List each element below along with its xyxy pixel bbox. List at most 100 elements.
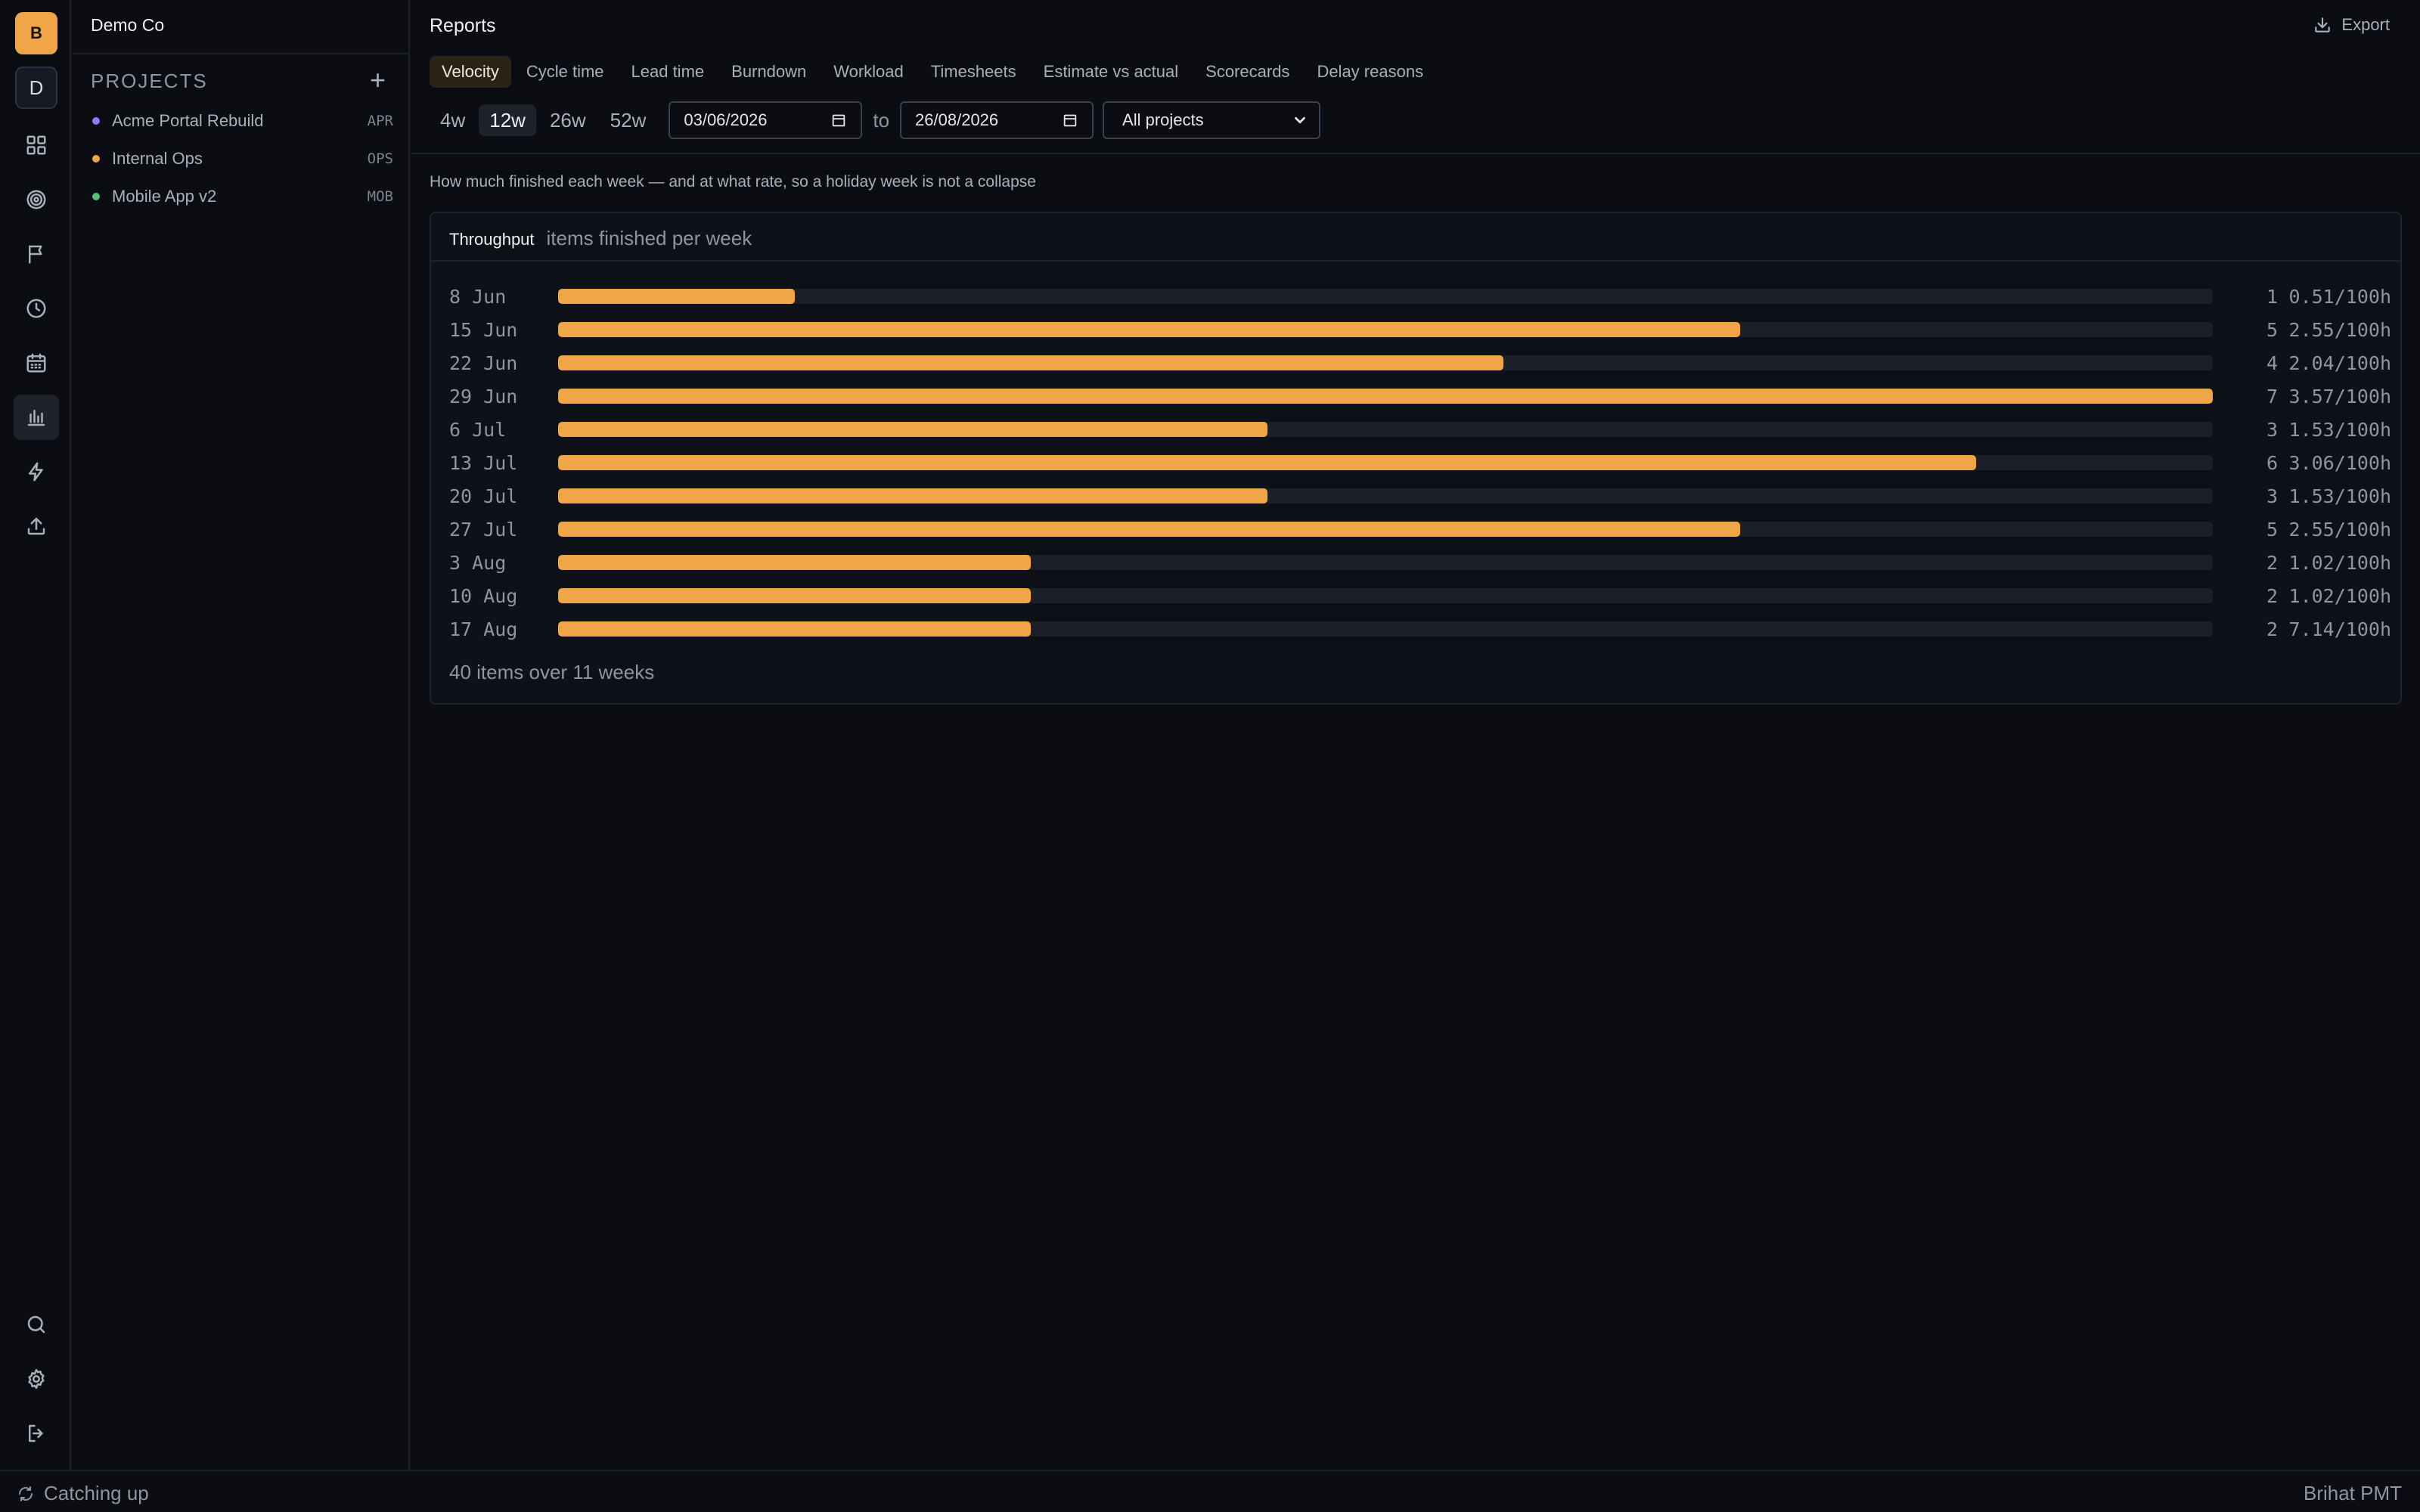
tab-delay-reasons[interactable]: Delay reasons xyxy=(1305,56,1435,88)
to-date-value: 26/08/2026 xyxy=(915,110,999,129)
item-count: 2 xyxy=(2266,551,2278,574)
item-count: 2 xyxy=(2266,584,2278,607)
project-code: OPS xyxy=(367,150,393,167)
add-project-button[interactable]: + xyxy=(370,67,386,94)
chart-row: 17 Aug 2 7.14/100h xyxy=(431,612,2400,646)
item-count: 7 xyxy=(2266,385,2278,407)
bar-track xyxy=(558,455,2213,470)
export-label: Export xyxy=(2341,15,2390,34)
project-code: MOB xyxy=(367,188,393,205)
status-bar: Catching up Brihat PMT xyxy=(0,1470,2420,1512)
download-icon xyxy=(2315,17,2331,33)
item-count: 4 xyxy=(2266,352,2278,374)
rate-value: 1.53/100h xyxy=(2288,485,2391,507)
sync-status: Catching up xyxy=(17,1482,149,1505)
week-label: 10 Aug xyxy=(449,584,518,607)
range-4w-button[interactable]: 4w xyxy=(430,104,476,136)
project-item[interactable]: Internal Ops OPS xyxy=(91,144,393,174)
tab-burndown[interactable]: Burndown xyxy=(719,56,818,88)
item-count: 6 xyxy=(2266,451,2278,474)
rate-value: 1.02/100h xyxy=(2288,584,2391,607)
report-tabs: Velocity Cycle time Lead time Burndown Workl… xyxy=(430,56,1435,88)
tab-scorecards[interactable]: Scorecards xyxy=(1193,56,1302,88)
filters-bar: 4w 12w 26w 52w 03/06/2026 to 26/08/2026 All… xyxy=(430,101,1321,139)
bar-track xyxy=(558,488,2213,503)
week-label: 27 Jul xyxy=(449,518,518,541)
tab-workload[interactable]: Workload xyxy=(821,56,916,88)
week-label: 6 Jul xyxy=(449,418,507,441)
dashboard-icon[interactable] xyxy=(14,122,59,168)
throughput-bar xyxy=(558,488,1267,503)
bar-track xyxy=(558,588,2213,603)
export-button[interactable]: Export xyxy=(2313,15,2390,35)
item-count: 5 xyxy=(2266,518,2278,541)
throughput-bar xyxy=(558,621,1032,637)
goals-icon[interactable] xyxy=(14,177,59,222)
week-label: 17 Aug xyxy=(449,618,518,640)
project-select[interactable]: All projects xyxy=(1103,101,1321,139)
rate-value: 2.04/100h xyxy=(2288,352,2391,374)
main-panel: Reports Export Velocity Cycle time Lead ti… xyxy=(411,0,2420,1470)
chevron-down-icon xyxy=(1295,116,1305,124)
week-label: 8 Jun xyxy=(449,285,507,308)
chart-row: 29 Jun 7 3.57/100h xyxy=(431,380,2400,413)
range-12w-button[interactable]: 12w xyxy=(479,104,536,136)
brand-name: Brihat PMT xyxy=(2303,1482,2402,1504)
to-date-input[interactable]: 26/08/2026 xyxy=(900,101,1094,139)
tab-cycle-time[interactable]: Cycle time xyxy=(514,56,616,88)
org-name[interactable]: Demo Co xyxy=(91,15,164,36)
rate-value: 3.06/100h xyxy=(2288,451,2391,474)
bar-chart-icon[interactable] xyxy=(14,395,59,440)
card-title: Throughput xyxy=(449,230,535,249)
throughput-bar xyxy=(558,422,1267,437)
search-icon[interactable] xyxy=(14,1302,59,1347)
rate-value: 7.14/100h xyxy=(2288,618,2391,640)
range-26w-button[interactable]: 26w xyxy=(539,104,597,136)
page-title: Reports xyxy=(430,15,496,36)
tab-timesheets[interactable]: Timesheets xyxy=(919,56,1028,88)
bar-track xyxy=(558,621,2213,637)
gear-icon[interactable] xyxy=(14,1356,59,1402)
tab-velocity[interactable]: Velocity xyxy=(430,56,511,88)
logout-icon[interactable] xyxy=(14,1411,59,1456)
throughput-bar xyxy=(558,555,1032,570)
throughput-bar xyxy=(558,588,1032,603)
clock-icon[interactable] xyxy=(14,286,59,331)
divider xyxy=(431,260,2400,262)
throughput-bar xyxy=(558,322,1740,337)
throughput-bar xyxy=(558,389,2213,404)
chart-row: 27 Jul 5 2.55/100h xyxy=(431,513,2400,546)
project-item[interactable]: Mobile App v2 MOB xyxy=(91,181,393,212)
chart-row: 6 Jul 3 1.53/100h xyxy=(431,413,2400,446)
tab-lead-time[interactable]: Lead time xyxy=(619,56,717,88)
week-label: 22 Jun xyxy=(449,352,518,374)
workspace-switcher[interactable]: D xyxy=(15,67,57,109)
range-52w-button[interactable]: 52w xyxy=(600,104,657,136)
flag-icon[interactable] xyxy=(14,231,59,277)
card-subtitle: items finished per week xyxy=(546,227,752,249)
calendar-icon[interactable] xyxy=(830,112,847,129)
chart-row: 20 Jul 3 1.53/100h xyxy=(431,479,2400,513)
divider xyxy=(73,53,408,54)
bar-track xyxy=(558,322,2213,337)
item-count: 2 xyxy=(2266,618,2278,640)
lightning-icon[interactable] xyxy=(14,449,59,494)
app-rail: B D xyxy=(0,0,71,1470)
item-count: 5 xyxy=(2266,318,2278,341)
calendar-icon[interactable] xyxy=(14,340,59,386)
throughput-card: Throughput items finished per week 8 Jun… xyxy=(430,212,2402,705)
calendar-icon[interactable] xyxy=(1062,112,1078,129)
bar-track xyxy=(558,555,2213,570)
bar-track xyxy=(558,355,2213,370)
divider xyxy=(411,153,2420,154)
upload-icon[interactable] xyxy=(14,503,59,549)
project-select-value: All projects xyxy=(1122,110,1204,129)
project-name: Internal Ops xyxy=(112,149,203,168)
chart-row: 13 Jul 6 3.06/100h xyxy=(431,446,2400,479)
from-date-input[interactable]: 03/06/2026 xyxy=(669,101,863,139)
rate-value: 1.53/100h xyxy=(2288,418,2391,441)
tab-estimate-vs-actual[interactable]: Estimate vs actual xyxy=(1032,56,1191,88)
workspace-badge[interactable]: B xyxy=(15,12,57,54)
project-item[interactable]: Acme Portal Rebuild APR xyxy=(91,106,393,136)
project-name: Acme Portal Rebuild xyxy=(112,111,264,130)
